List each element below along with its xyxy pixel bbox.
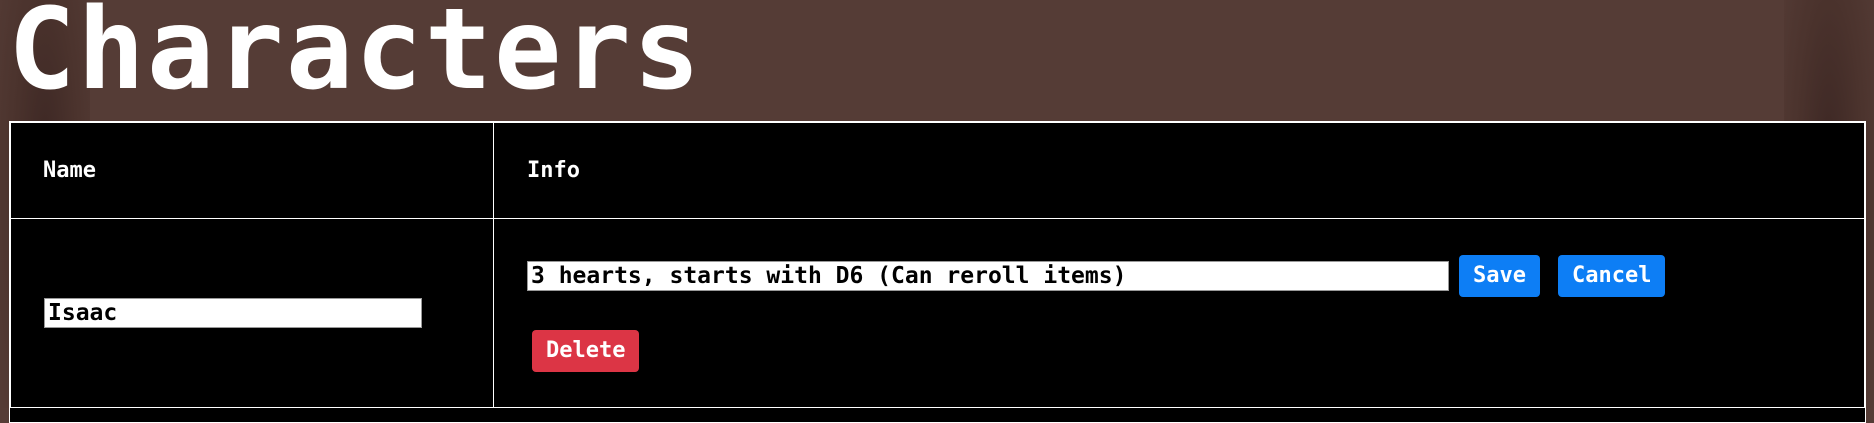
- column-header-name: Name: [10, 122, 494, 219]
- save-button[interactable]: Save: [1459, 254, 1540, 297]
- column-header-info: Info: [493, 122, 1865, 219]
- cancel-button[interactable]: Cancel: [1557, 254, 1666, 297]
- info-edit-row: Save Cancel: [527, 254, 1864, 297]
- name-input[interactable]: [44, 298, 422, 328]
- page-title: Characters: [8, 0, 703, 115]
- table-header-row: Name Info: [10, 122, 1865, 219]
- info-cell: Save Cancel Delete: [493, 218, 1865, 408]
- table-row: Save Cancel Delete: [10, 218, 1865, 408]
- characters-table: Name Info Save Cancel Delete: [9, 121, 1866, 423]
- name-cell: [10, 218, 494, 408]
- delete-button[interactable]: Delete: [532, 329, 640, 372]
- info-input[interactable]: [527, 260, 1449, 291]
